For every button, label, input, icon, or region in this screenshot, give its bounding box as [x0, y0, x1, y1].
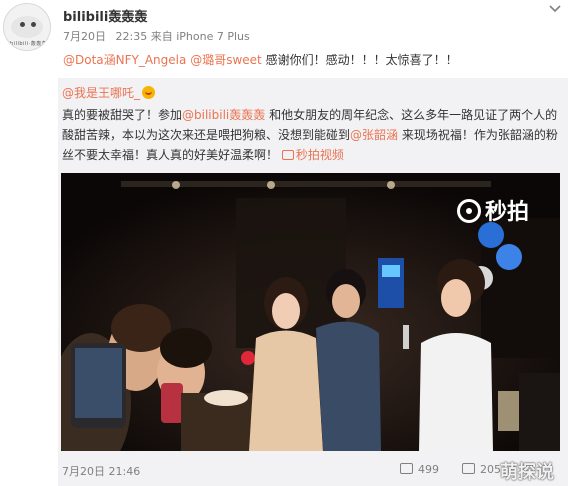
post-date[interactable]: 7月20日 — [63, 30, 106, 43]
avatar-eye — [31, 22, 36, 27]
video-link-label: 秒拍视频 — [295, 148, 344, 162]
share-button[interactable]: 499 — [400, 463, 439, 476]
miaopai-logo-icon — [457, 199, 481, 223]
mention-link[interactable]: @张韶涵 — [350, 128, 398, 142]
video-player[interactable]: 秒拍 — [61, 173, 560, 451]
repost-text: 真的要被甜哭了！参加@bilibili轰轰轰 和他女朋友的周年纪念、这么多年一路… — [62, 105, 562, 165]
site-watermark: 萌探说 — [500, 462, 554, 483]
repost-line: 真的要被甜哭了！参加@bilibili轰轰轰 和他女朋友的周年纪念、这么多年一路… — [62, 105, 562, 125]
repost-author[interactable]: @我是王哪吒_ — [62, 86, 140, 100]
repost-author-line: @我是王哪吒_ — [62, 84, 156, 101]
avatar-caption: bilibili·轰轰轰 — [10, 41, 48, 47]
author-name[interactable]: bilibili轰轰轰 — [63, 6, 147, 25]
comment-icon — [462, 463, 475, 474]
post-header: bilibili·轰轰轰 bilibili轰轰轰 7月20日 22:35 来自 … — [0, 0, 568, 78]
repost-footer: 7月20日 21:46 499 205 — [62, 460, 568, 482]
avatar-face — [11, 16, 43, 38]
author-avatar[interactable]: bilibili·轰轰轰 — [3, 3, 51, 51]
post-text: @Dota涵NFY_Angela @璐哥sweet 感谢你们！感动！！！太惊喜了… — [63, 51, 458, 68]
post-time[interactable]: 22:35 — [116, 30, 148, 43]
share-icon — [400, 463, 413, 474]
comment-button[interactable]: 205 — [462, 463, 501, 476]
post-text-body: 感谢你们！感动！！！太惊喜了！！ — [265, 53, 458, 67]
repost-date: 7月20日 — [62, 465, 105, 478]
mention-link[interactable]: @璐哥sweet — [190, 53, 262, 67]
video-watermark: 秒拍 — [457, 194, 529, 226]
mention-link[interactable]: @Dota涵NFY_Angela — [63, 53, 186, 67]
love-emoji-icon — [142, 86, 156, 99]
source-prefix: 来自 — [150, 30, 173, 43]
text-fragment: 和他女朋友的周年纪念、这么多年一路见证了两个人的 — [265, 108, 558, 122]
mention-link[interactable]: @bilibili轰轰轰 — [182, 108, 265, 122]
repost-card: @我是王哪吒_ 真的要被甜哭了！参加@bilibili轰轰轰 和他女朋友的周年纪… — [58, 78, 568, 486]
chevron-down-icon[interactable] — [548, 4, 562, 14]
text-fragment: 来现场祝福！作为张韶涵的粉 — [398, 128, 558, 142]
comment-count: 205 — [480, 463, 501, 476]
text-fragment: 酸甜苦辣，本以为这次来还是喂把狗粮、没想到能碰到 — [62, 128, 351, 142]
avatar-eye — [20, 22, 25, 27]
source-client[interactable]: iPhone 7 Plus — [176, 30, 250, 43]
video-link[interactable]: 秒拍视频 — [281, 148, 344, 162]
watermark-text: 秒拍 — [485, 200, 530, 225]
video-icon — [281, 150, 294, 160]
text-fragment: 真的要被甜哭了！参加 — [62, 108, 183, 122]
repost-line: 丝不要太幸福！真人真的好美好温柔啊！ 秒拍视频 — [62, 145, 562, 165]
repost-time[interactable]: 7月20日 21:46 — [62, 463, 140, 479]
share-count: 499 — [418, 463, 439, 476]
text-fragment: 丝不要太幸福！真人真的好美好温柔啊！ — [62, 148, 279, 162]
post-meta: 7月20日 22:35 来自 iPhone 7 Plus — [63, 28, 250, 44]
repost-line: 酸甜苦辣，本以为这次来还是喂把狗粮、没想到能碰到@张韶涵 来现场祝福！作为张韶涵… — [62, 125, 562, 145]
repost-clock: 21:46 — [108, 465, 141, 478]
